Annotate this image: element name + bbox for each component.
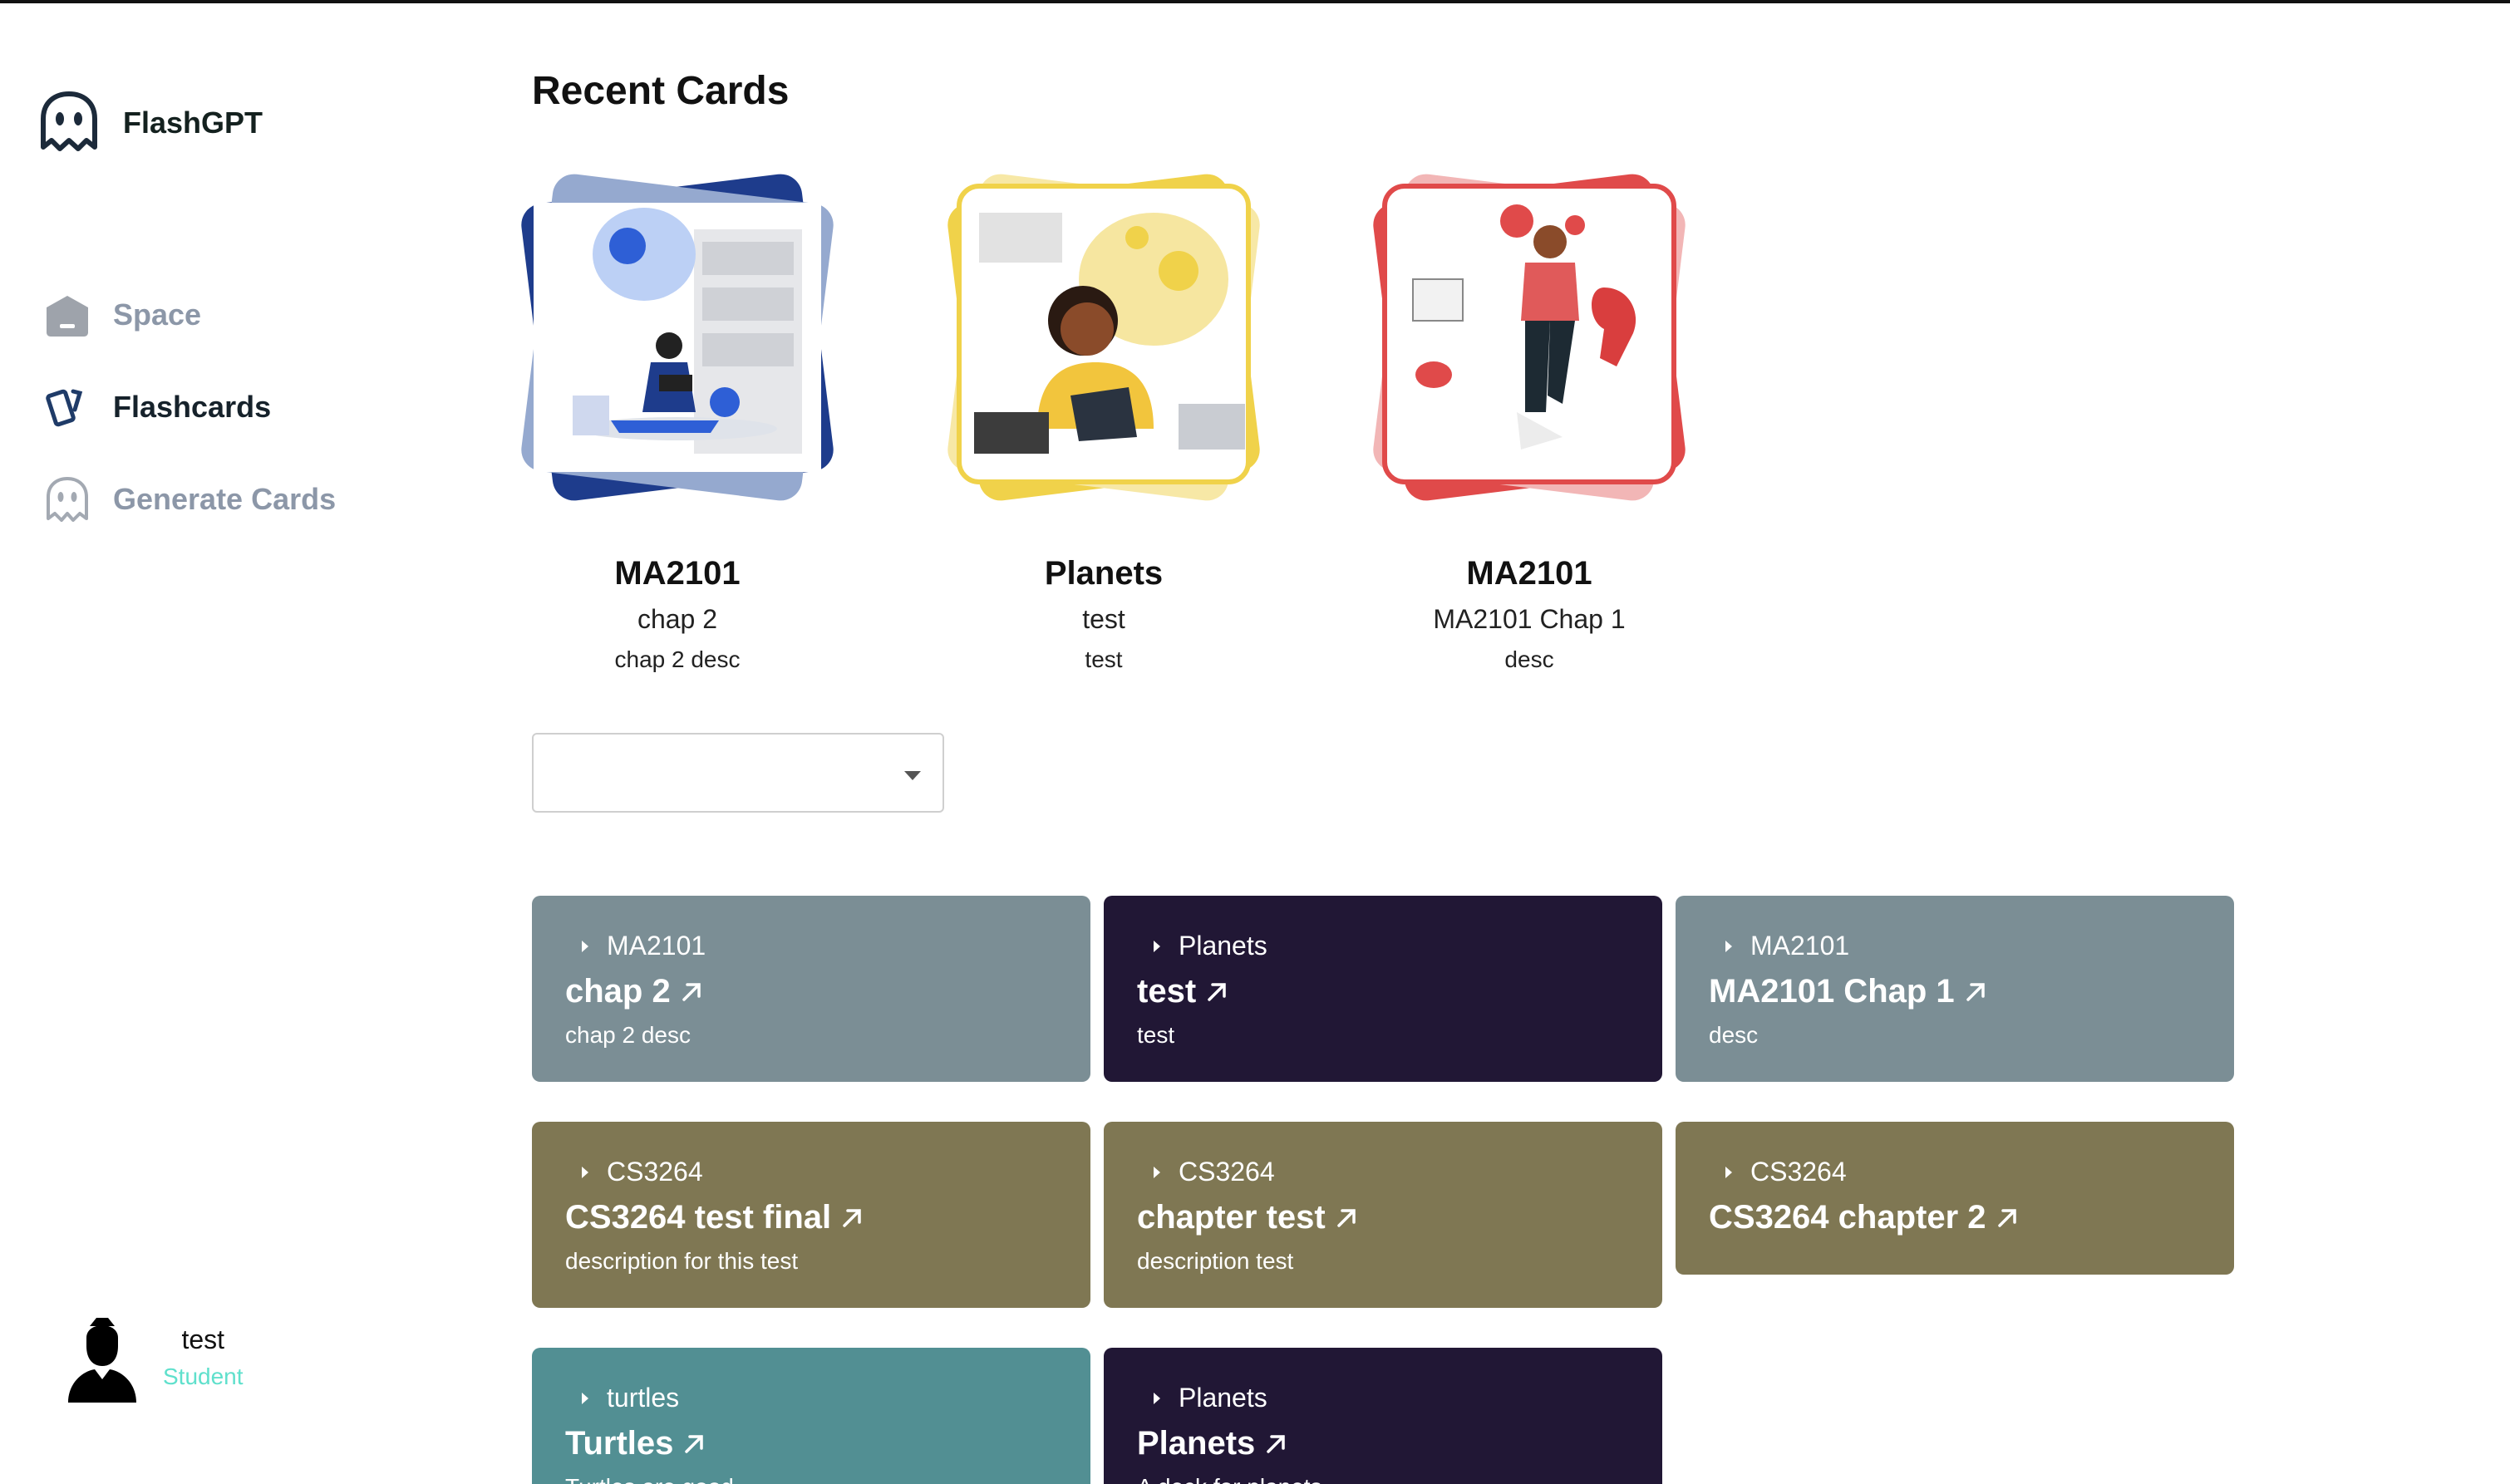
deck-card[interactable]: CS3264 CS3264 chapter 2 bbox=[1676, 1122, 2234, 1275]
recent-card-subtitle: test bbox=[1082, 604, 1125, 634]
deck-space: CS3264 bbox=[607, 1157, 703, 1187]
home-icon bbox=[47, 296, 88, 337]
ghost-logo-icon bbox=[41, 91, 97, 151]
recent-card-title: MA2101 bbox=[1466, 555, 1592, 592]
deck-space: CS3264 bbox=[1750, 1157, 1847, 1187]
caret-right-icon bbox=[1154, 1392, 1160, 1404]
space-filter-select[interactable] bbox=[532, 733, 944, 813]
deck-card[interactable]: Planets test test bbox=[1104, 896, 1662, 1082]
deck-space: MA2101 bbox=[607, 931, 706, 961]
deck-description: description test bbox=[1137, 1248, 1294, 1274]
caret-right-icon bbox=[1725, 1166, 1732, 1178]
sidebar-item-label: Generate Cards bbox=[113, 482, 337, 516]
deck-card[interactable]: turtles Turtles Turtles are good bbox=[532, 1348, 1090, 1484]
recent-card-subtitle: chap 2 bbox=[637, 604, 718, 634]
deck-space: CS3264 bbox=[1179, 1157, 1275, 1187]
external-link-icon bbox=[1267, 1434, 1286, 1453]
sidebar-item-flashcards[interactable]: Flashcards bbox=[42, 381, 271, 433]
sidebar-item-generate-cards[interactable]: Generate Cards bbox=[42, 474, 336, 525]
ghost-icon bbox=[47, 477, 88, 522]
external-link-icon bbox=[843, 1208, 861, 1227]
deck-card[interactable]: Planets Planets A deck for planets bbox=[1104, 1348, 1662, 1484]
deck-name: MA2101 Chap 1 bbox=[1709, 973, 1955, 1010]
ideas-man-illustration bbox=[1373, 174, 1686, 501]
profile-role: Student bbox=[163, 1364, 244, 1389]
external-link-icon bbox=[682, 982, 701, 1001]
student-reading-illustration bbox=[521, 174, 834, 501]
cards-icon bbox=[46, 389, 83, 427]
deck-card[interactable]: CS3264 CS3264 test final description for… bbox=[532, 1122, 1090, 1308]
deck-name: CS3264 test final bbox=[565, 1199, 832, 1236]
caret-right-icon bbox=[1154, 940, 1160, 952]
external-link-icon bbox=[1208, 982, 1226, 1001]
deck-name: Turtles bbox=[565, 1425, 674, 1462]
caret-right-icon bbox=[1725, 940, 1732, 952]
recent-card[interactable]: MA2101 chap 2 chap 2 desc bbox=[503, 163, 852, 673]
profile-name: test bbox=[181, 1324, 225, 1354]
recent-card-description: test bbox=[1085, 646, 1123, 672]
user-avatar-icon bbox=[68, 1318, 136, 1403]
deck-card[interactable]: MA2101 chap 2 chap 2 desc bbox=[532, 896, 1090, 1082]
recent-card-illustration bbox=[1355, 163, 1704, 512]
deck-name: chapter test bbox=[1137, 1199, 1326, 1236]
external-link-icon bbox=[1997, 1208, 2016, 1227]
external-link-icon bbox=[1337, 1208, 1356, 1227]
deck-space: Planets bbox=[1179, 1383, 1267, 1413]
deck-space: Planets bbox=[1179, 931, 1267, 961]
deck-description: description for this test bbox=[565, 1248, 799, 1274]
boy-reading-illustration bbox=[947, 174, 1260, 501]
deck-description: desc bbox=[1709, 1022, 1759, 1048]
sidebar-item-space[interactable]: Space bbox=[42, 289, 201, 341]
deck-space: MA2101 bbox=[1750, 931, 1850, 961]
recent-card-subtitle: MA2101 Chap 1 bbox=[1433, 604, 1626, 634]
deck-card[interactable]: MA2101 MA2101 Chap 1 desc bbox=[1676, 896, 2234, 1082]
deck-description: test bbox=[1137, 1022, 1175, 1048]
deck-description: chap 2 desc bbox=[565, 1022, 691, 1048]
deck-name: CS3264 chapter 2 bbox=[1709, 1199, 1986, 1236]
recent-card-description: desc bbox=[1504, 646, 1554, 672]
sidebar: FlashGPT Space Flashcards Generate Cards bbox=[0, 0, 465, 1484]
recent-card[interactable]: MA2101 MA2101 Chap 1 desc bbox=[1355, 163, 1704, 673]
deck-description: A deck for planets bbox=[1137, 1474, 1629, 1484]
caret-right-icon bbox=[582, 1392, 588, 1404]
external-link-icon bbox=[685, 1434, 704, 1453]
page-title: Recent Cards bbox=[532, 69, 790, 113]
deck-name: chap 2 bbox=[565, 973, 671, 1010]
chevron-down-icon bbox=[904, 771, 921, 780]
app-name: FlashGPT bbox=[123, 106, 263, 140]
recent-card-illustration bbox=[929, 163, 1278, 512]
sidebar-item-label: Flashcards bbox=[113, 390, 272, 424]
recent-card-illustration bbox=[503, 163, 852, 512]
app-logo[interactable]: FlashGPT bbox=[33, 87, 263, 159]
recent-card[interactable]: Planets test test bbox=[929, 163, 1278, 673]
caret-right-icon bbox=[582, 940, 588, 952]
recent-card-title: Planets bbox=[1044, 555, 1164, 592]
deck-card[interactable]: CS3264 chapter test description test bbox=[1104, 1122, 1662, 1308]
deck-description: Turtles are good bbox=[565, 1474, 1057, 1484]
user-profile[interactable]: test Student bbox=[65, 1313, 244, 1404]
caret-right-icon bbox=[1154, 1166, 1160, 1178]
sidebar-item-label: Space bbox=[113, 297, 202, 332]
caret-right-icon bbox=[582, 1166, 588, 1178]
external-link-icon bbox=[1966, 982, 1985, 1001]
recent-card-title: MA2101 bbox=[614, 555, 741, 592]
deck-name: test bbox=[1137, 973, 1197, 1010]
recent-card-description: chap 2 desc bbox=[614, 646, 741, 672]
deck-space: turtles bbox=[607, 1383, 680, 1413]
deck-name: Planets bbox=[1137, 1425, 1256, 1462]
